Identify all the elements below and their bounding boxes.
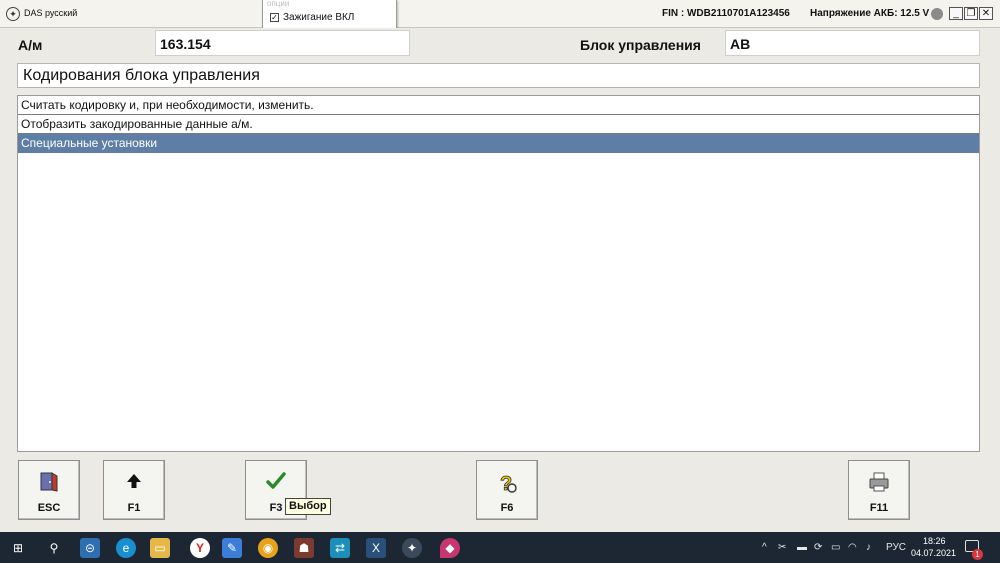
- close-button[interactable]: ✕: [979, 7, 993, 20]
- tray-network-adapter-icon[interactable]: ▬: [797, 542, 807, 553]
- battery-voltage: Напряжение АКБ: 12.5 V: [810, 8, 930, 19]
- ecu-field: AB: [725, 30, 980, 56]
- printer-icon: [849, 471, 909, 498]
- tray-chevron-icon[interactable]: ^: [762, 542, 767, 553]
- fin-label: FIN : WDB2110701A123456: [662, 8, 790, 19]
- esc-button[interactable]: ESC: [18, 460, 80, 520]
- f3-tooltip: Выбор: [285, 498, 331, 515]
- vehicle-label: А/м: [18, 37, 43, 53]
- f11-key-label: F11: [869, 502, 889, 514]
- menu-list: Считать кодировку и, при необходимости, …: [17, 95, 980, 452]
- ignition-label[interactable]: Зажигание ВКЛ: [283, 12, 354, 23]
- options-popup: опции ✓ Зажигание ВКЛ: [262, 0, 397, 30]
- minimize-button[interactable]: _: [949, 7, 963, 20]
- title-bar: ✦ DAS русский FIN : WDB2110701A123456 На…: [0, 0, 1000, 28]
- file-explorer-icon[interactable]: ▭: [150, 538, 170, 558]
- notification-badge: 1: [972, 549, 983, 560]
- help-question-icon: ?: [477, 471, 537, 500]
- teamviewer-icon[interactable]: ⇄: [330, 538, 350, 558]
- windows-start-icon[interactable]: ⊞: [8, 538, 28, 558]
- restore-button[interactable]: ❐: [964, 7, 978, 20]
- game-app-icon[interactable]: ☗: [294, 538, 314, 558]
- tray-battery-icon[interactable]: ▭: [831, 542, 840, 553]
- xentry-icon[interactable]: X: [366, 538, 386, 558]
- taskbar: ⊞ ⚲ ⊝ e ▭ Y ✎ ◉ ☗ ⇄ X ✦ ◆ ^ ✂ ▬ ⟳ ▭ ◠ ♪ …: [0, 532, 1000, 563]
- f1-key-label: F1: [127, 502, 141, 514]
- ignition-checkbox[interactable]: ✓: [270, 13, 279, 22]
- menu-item-read-coding[interactable]: Считать кодировку и, при необходимости, …: [18, 96, 979, 115]
- battery-status-icon: [931, 8, 943, 20]
- f1-button[interactable]: F1: [103, 460, 165, 520]
- tray-volume-icon[interactable]: ♪: [866, 542, 871, 553]
- vehicle-field: 163.154: [155, 30, 410, 56]
- menu-item-special-settings[interactable]: Специальные установки: [18, 134, 979, 153]
- edge-browser-icon[interactable]: e: [116, 538, 136, 558]
- clock-date[interactable]: 04.07.2021: [911, 548, 956, 558]
- esc-key-label: ESC: [37, 502, 61, 514]
- language-indicator[interactable]: РУС: [886, 542, 906, 553]
- das-mercedes-icon[interactable]: ✦: [402, 538, 422, 558]
- ecu-label: Блок управления: [580, 37, 701, 53]
- tray-sync-icon[interactable]: ⟳: [814, 542, 822, 553]
- yandex-browser-icon[interactable]: Y: [190, 538, 210, 558]
- section-title: Кодирования блока управления: [17, 63, 980, 88]
- main-window: А/м 163.154 Блок управления AB Кодирован…: [0, 28, 1000, 532]
- f6-button[interactable]: ? F6: [476, 460, 538, 520]
- search-icon[interactable]: ⚲: [44, 538, 64, 558]
- clock-time[interactable]: 18:26: [923, 536, 946, 546]
- f11-button[interactable]: F11: [848, 460, 910, 520]
- checkmark-icon: [246, 471, 306, 496]
- f6-key-label: F6: [500, 502, 514, 514]
- editor-icon[interactable]: ✎: [222, 538, 242, 558]
- mercedes-star-icon: ✦: [6, 7, 20, 21]
- popup-header-faded: опции: [267, 0, 290, 8]
- chrome-icon[interactable]: ◉: [258, 538, 278, 558]
- menu-item-show-coded-data[interactable]: Отобразить закодированные данные а/м.: [18, 115, 979, 134]
- exit-door-icon: [19, 471, 79, 498]
- tray-wifi-icon[interactable]: ◠: [848, 542, 857, 553]
- paint-app-icon[interactable]: ◆: [440, 538, 460, 558]
- task-view-icon[interactable]: ⊝: [80, 538, 100, 558]
- app-title: DAS русский: [24, 8, 78, 18]
- tray-tool-icon[interactable]: ✂: [778, 542, 786, 553]
- arrow-up-icon: [104, 471, 164, 496]
